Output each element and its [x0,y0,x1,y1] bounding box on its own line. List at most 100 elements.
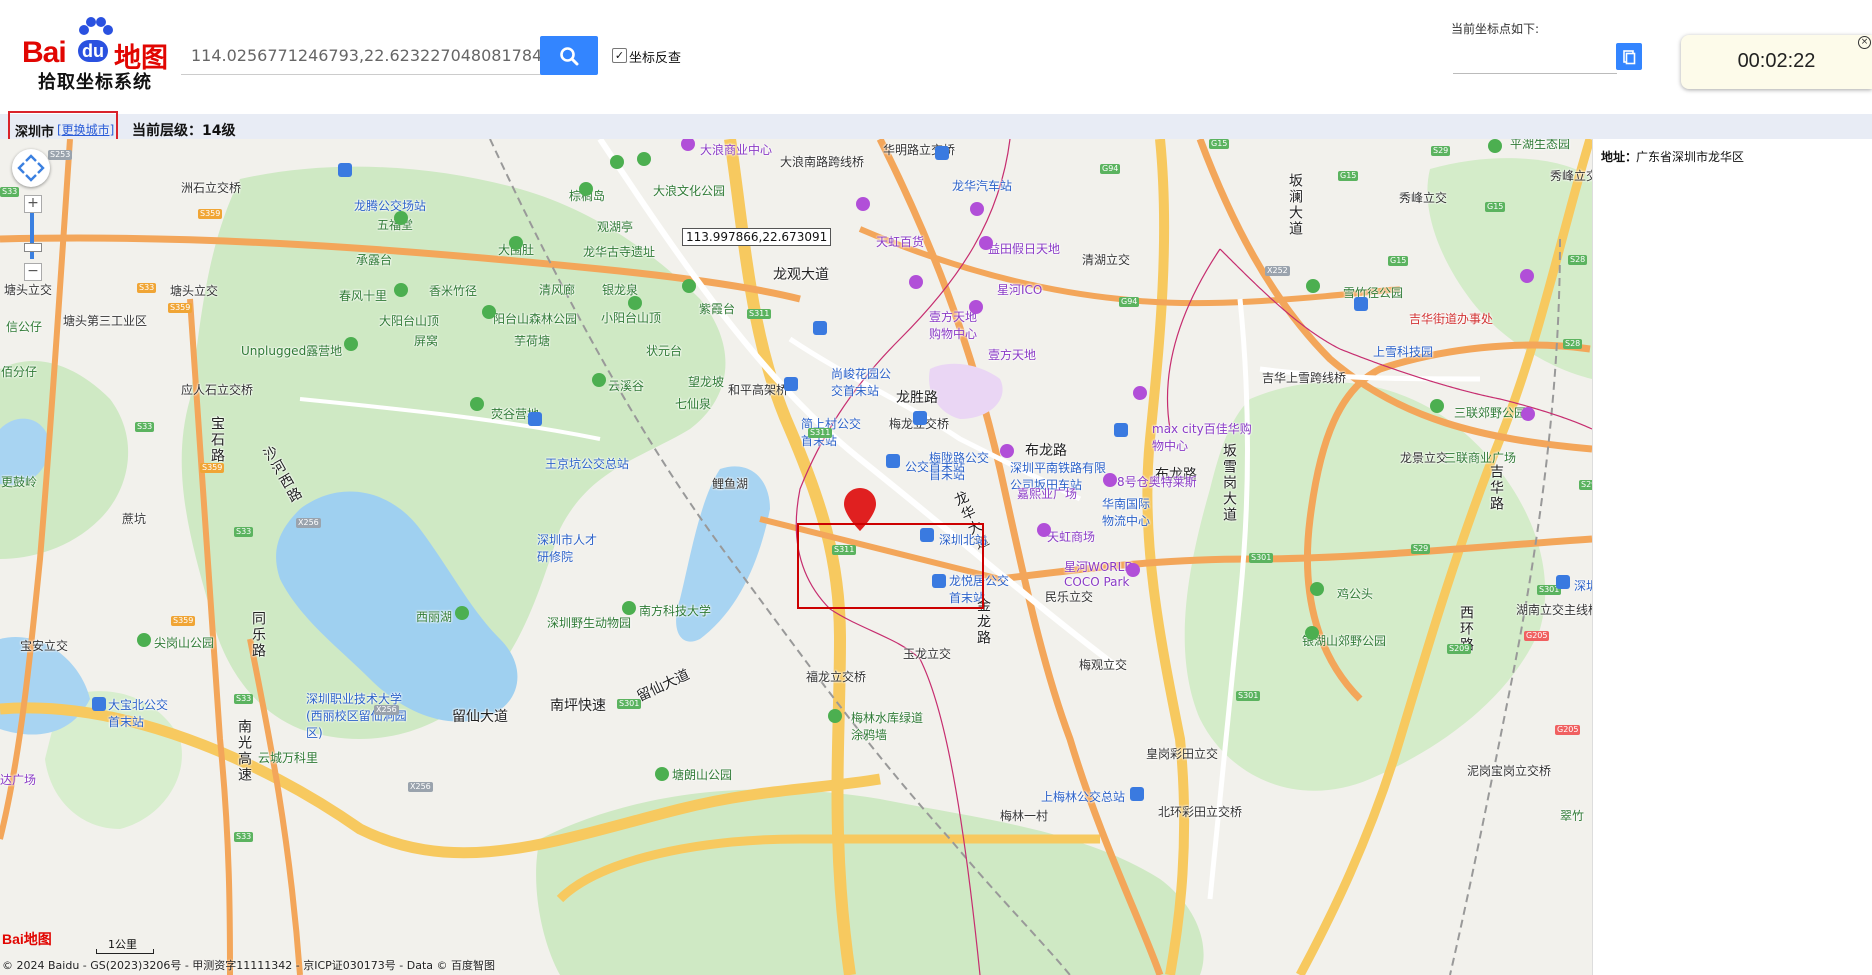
shopping-pin-icon[interactable] [1520,269,1534,283]
route-shield: S209 [1447,644,1472,654]
map-label: 春风十里 [339,289,388,303]
bus-station-icon[interactable] [1556,575,1570,589]
shopping-pin-icon[interactable] [969,300,983,314]
current-coord-field[interactable] [1453,43,1617,74]
map-label: 深圳野生动物园 [547,616,632,630]
map-label: 应人石立交桥 [181,383,254,397]
bus-station-icon[interactable] [1130,787,1144,801]
route-shield: S253 [48,150,73,160]
park-pin-icon[interactable] [655,767,669,781]
map-label: 玉龙立交 [903,647,952,661]
park-pin-icon[interactable] [610,155,624,169]
park-pin-icon[interactable] [592,373,606,387]
map-label: 王京坑公交总站 [545,457,630,471]
map-label: 大宝北公交首末站 [108,698,169,729]
map-label: 壹方天地购物中心 [929,310,978,341]
park-pin-icon[interactable] [470,397,484,411]
park-pin-icon[interactable] [637,152,651,166]
route-shield: S359 [198,209,223,219]
bus-station-icon[interactable] [528,412,542,426]
shopping-pin-icon[interactable] [909,275,923,289]
map-label: 深圳 [1574,579,1592,593]
park-pin-icon[interactable] [394,283,408,297]
map-label: 梅林水库绿道涂鸦墙 [851,711,924,742]
bus-station-icon[interactable] [1114,423,1128,437]
map-pan-control[interactable] [12,149,50,187]
coordinate-search-input[interactable] [181,36,558,75]
park-pin-icon[interactable] [509,236,523,250]
map-label: 星河WORLD COCO Park [1064,560,1134,589]
park-pin-icon[interactable] [1310,582,1324,596]
route-shield: G94 [1119,297,1140,307]
shopping-pin-icon[interactable] [1000,444,1014,458]
reverse-lookup-label: 坐标反查 [629,51,682,66]
timer-close-icon[interactable]: × [1858,36,1871,49]
reverse-lookup-checkbox[interactable]: ✓ [612,48,627,63]
park-pin-icon[interactable] [482,305,496,319]
map-label: 状元台 [646,344,683,358]
shopping-pin-icon[interactable] [1521,407,1535,421]
park-pin-icon[interactable] [394,211,408,225]
map-label: 屏窝 [414,334,439,348]
park-pin-icon[interactable] [628,296,642,310]
park-pin-icon[interactable] [579,182,593,196]
park-pin-icon[interactable] [1305,626,1319,640]
map-canvas[interactable]: 大浪商业中心 华明路立交桥 大浪南路跨线桥 棕榈岛 大浪文化公园 龙华汽车站 洲… [0,139,1592,975]
bus-station-icon[interactable] [338,163,352,177]
map-label: 坂澜大道 [1287,173,1303,237]
bus-station-icon[interactable] [784,377,798,391]
zoom-slider-track[interactable] [30,213,34,259]
bus-station-icon[interactable] [935,146,949,160]
shopping-pin-icon[interactable] [979,236,993,250]
map-label: 上梅林公交总站 [1041,790,1126,804]
shopping-pin-icon[interactable] [1103,473,1117,487]
park-pin-icon[interactable] [828,709,842,723]
shopping-pin-icon[interactable] [1126,563,1140,577]
zoom-in-button[interactable]: + [24,195,42,213]
zoom-slider-handle[interactable] [24,243,42,252]
map-label: 秀峰立交 [1550,169,1592,183]
search-button[interactable] [540,36,598,75]
map-label: 宝石路 [209,416,225,464]
bus-station-icon[interactable] [886,454,900,468]
park-pin-icon[interactable] [682,279,696,293]
map-label: 鸡公头 [1337,587,1374,601]
park-pin-icon[interactable] [1306,279,1320,293]
copy-button[interactable] [1616,43,1642,70]
shopping-pin-icon[interactable] [1037,523,1051,537]
park-pin-icon[interactable] [455,606,469,620]
shopping-pin-icon[interactable] [856,197,870,211]
baidu-map-logo[interactable]: Bai du 地图 拾取坐标系统 [22,16,172,96]
route-shield: S311 [747,309,772,319]
route-shield: G15 [1485,202,1506,212]
zoom-out-button[interactable]: − [24,263,42,281]
bus-station-icon[interactable] [92,697,106,711]
route-shield: S301 [1236,691,1261,701]
park-pin-icon[interactable] [344,337,358,351]
route-shield: S28 [1568,255,1588,265]
map-label: 信公仔 [6,320,43,334]
map-label: 秀峰立交 [1399,191,1448,205]
park-pin-icon[interactable] [1430,399,1444,413]
park-pin-icon[interactable] [1488,139,1502,153]
route-shield: S33 [137,283,157,293]
map-label: 龙胜路 [896,390,938,406]
map-baidu-logo: Bai地图 [2,931,52,947]
map-label: 星河ICO [997,283,1043,297]
bus-station-icon[interactable] [913,411,927,425]
bus-station-icon[interactable] [1354,297,1368,311]
shopping-pin-icon[interactable] [1133,386,1147,400]
map-label: 雪竹径公园 [1343,286,1404,300]
shopping-pin-icon[interactable] [970,202,984,216]
map-label: 8号仓奥特莱斯 [1117,475,1197,489]
map-label: 吉华上雪跨线桥 [1262,371,1347,385]
route-shield: S29 [1431,146,1451,156]
park-pin-icon[interactable] [137,633,151,647]
route-shield: S359 [171,616,196,626]
park-pin-icon[interactable] [622,601,636,615]
bus-station-icon[interactable] [813,321,827,335]
change-city-link[interactable]: [更换城市] [57,121,114,138]
map-label: 塘朗山公园 [672,768,733,782]
route-shield: G15 [1338,171,1359,181]
route-shield: S33 [234,694,254,704]
